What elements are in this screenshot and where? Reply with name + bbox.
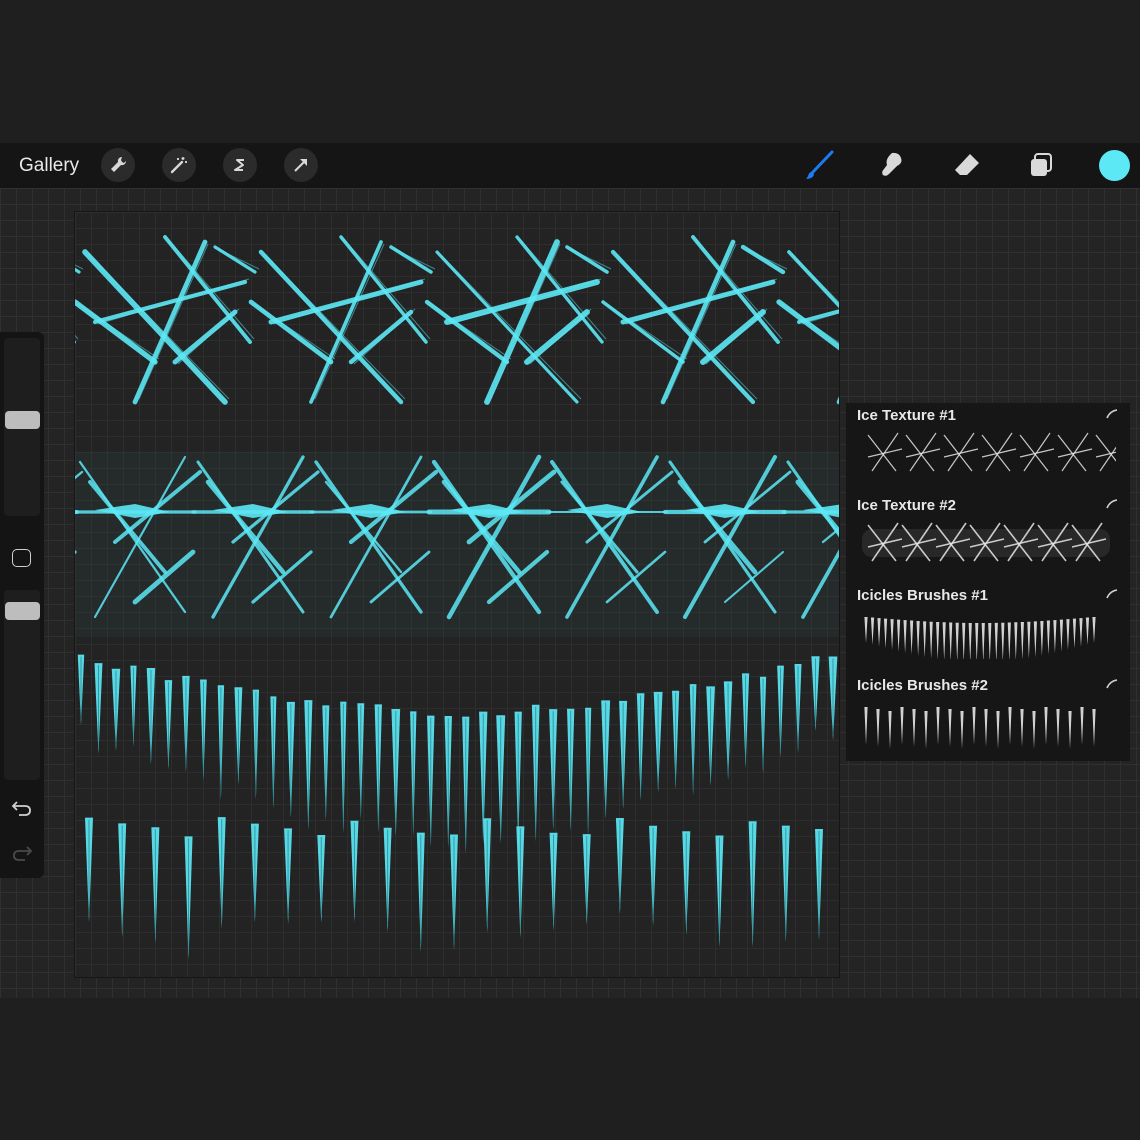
- wrench-icon[interactable]: [101, 148, 135, 182]
- smudge-icon[interactable]: [875, 148, 909, 182]
- brush-preview: [867, 432, 1116, 472]
- ice-texture-1-stroke: [0, 234, 1140, 405]
- magic-wand-icon[interactable]: [162, 148, 196, 182]
- brush-name: Ice Texture #1: [857, 407, 956, 424]
- gallery-button[interactable]: Gallery: [19, 155, 79, 177]
- ice-texture-2-stroke: [0, 452, 1028, 637]
- brush-edit-icon: [1106, 589, 1118, 599]
- brush-icon[interactable]: [802, 148, 836, 182]
- opacity-thumb[interactable]: [5, 602, 40, 620]
- transform-arrow-icon[interactable]: [284, 148, 318, 182]
- selection-icon[interactable]: [223, 148, 257, 182]
- eraser-icon[interactable]: [950, 148, 984, 182]
- brush-item-ice-texture-2[interactable]: Ice Texture #2: [846, 493, 1130, 583]
- brush-item-ice-texture-1[interactable]: Ice Texture #1: [846, 403, 1130, 493]
- brush-edit-icon: [1106, 499, 1118, 509]
- brush-preview: [864, 617, 1096, 659]
- redo-icon[interactable]: [11, 844, 33, 867]
- bottom-area: [0, 998, 1140, 1140]
- brush-edit-icon: [1106, 409, 1118, 419]
- brush-item-icicles-1[interactable]: Icicles Brushes #1: [846, 583, 1130, 673]
- brush-name: Icicles Brushes #1: [857, 587, 988, 604]
- brush-item-icicles-2[interactable]: Icicles Brushes #2: [846, 673, 1130, 763]
- brush-name: Ice Texture #2: [857, 497, 956, 514]
- icicles-2-stroke: [85, 817, 823, 960]
- brush-edit-icon: [1106, 679, 1118, 689]
- brush-preview: [864, 707, 1096, 749]
- modify-icon[interactable]: [12, 549, 31, 567]
- color-picker-button[interactable]: [1099, 150, 1130, 181]
- brush-preview: [862, 522, 1110, 562]
- brush-size-thumb[interactable]: [5, 411, 40, 429]
- left-sidebar: [0, 332, 44, 878]
- brush-library-panel: Ice Texture #1 Ice Texture #2 Icicles Br…: [846, 403, 1130, 761]
- drawing-canvas[interactable]: [0, 211, 1140, 978]
- brush-name: Icicles Brushes #2: [857, 677, 988, 694]
- icicles-1-stroke: [77, 654, 838, 854]
- layers-icon[interactable]: [1024, 148, 1058, 182]
- undo-icon[interactable]: [11, 799, 33, 822]
